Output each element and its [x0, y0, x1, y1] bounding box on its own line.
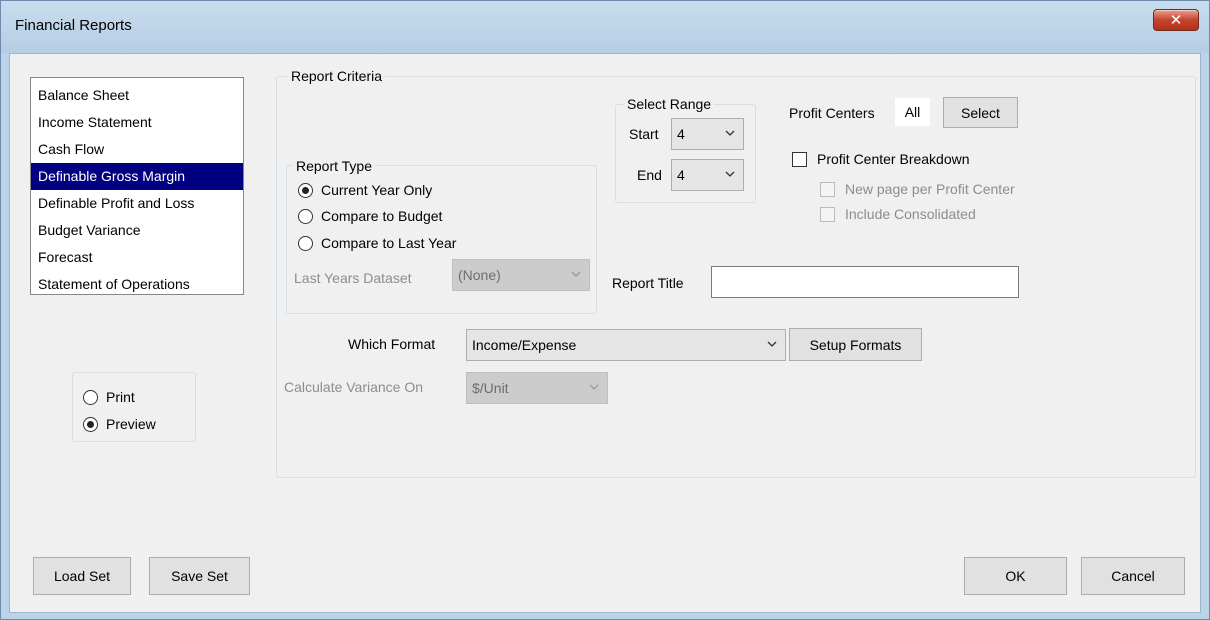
compare-to-budget-radio-circle [298, 208, 313, 224]
list-item-budget-variance[interactable]: Budget Variance [31, 217, 243, 244]
profit-centers-value-box: All [895, 98, 930, 126]
new-page-per-profit-center-checkbox: New page per Profit Center [820, 181, 1015, 197]
include-consolidated-box [820, 206, 835, 222]
profit-centers-value: All [904, 104, 921, 120]
print-radio[interactable]: Print [83, 389, 135, 405]
current-year-only-radio-circle [298, 182, 313, 198]
print-label: Print [106, 389, 135, 405]
select-button-label: Select [961, 104, 1000, 121]
last-years-dataset-select: (None) [452, 259, 590, 291]
calculate-variance-value: $/Unit [472, 380, 509, 396]
calculate-variance-select: $/Unit [466, 372, 608, 404]
list-item-cash-flow[interactable]: Cash Flow [31, 136, 243, 163]
cancel-button[interactable]: Cancel [1081, 557, 1185, 595]
report-title-input[interactable] [711, 266, 1019, 298]
report-list[interactable]: Balance Sheet Income Statement Cash Flow… [30, 77, 244, 295]
last-years-dataset-label: Last Years Dataset [294, 270, 412, 286]
end-label: End [637, 167, 662, 183]
chevron-down-icon [725, 130, 735, 136]
start-select[interactable]: 4 [671, 118, 744, 150]
end-value: 4 [677, 167, 685, 183]
load-set-button[interactable]: Load Set [33, 557, 131, 595]
list-item-balance-sheet[interactable]: Balance Sheet [31, 82, 243, 109]
compare-to-last-year-radio-circle [298, 235, 313, 251]
save-set-button[interactable]: Save Set [149, 557, 250, 595]
start-value: 4 [677, 126, 685, 142]
last-years-dataset-value: (None) [458, 267, 501, 283]
financial-reports-window: Financial Reports ✕ Balance Sheet Income… [0, 0, 1210, 620]
title-bar: Financial Reports ✕ [1, 1, 1209, 53]
list-item-definable-gross-margin[interactable]: Definable Gross Margin [31, 163, 243, 190]
which-format-select[interactable]: Income/Expense [466, 329, 786, 361]
chevron-down-icon [571, 271, 581, 277]
include-consolidated-label: Include Consolidated [845, 206, 976, 222]
close-icon: ✕ [1169, 12, 1183, 29]
list-item-income-statement[interactable]: Income Statement [31, 109, 243, 136]
new-page-per-profit-center-label: New page per Profit Center [845, 181, 1015, 197]
preview-radio-circle [83, 416, 98, 432]
select-range-label: Select Range [624, 96, 715, 112]
chevron-down-icon [589, 384, 599, 390]
setup-formats-label: Setup Formats [809, 336, 902, 353]
include-consolidated-checkbox: Include Consolidated [820, 206, 976, 222]
dialog-body: Balance Sheet Income Statement Cash Flow… [9, 53, 1201, 613]
end-select[interactable]: 4 [671, 159, 744, 191]
which-format-label: Which Format [348, 336, 436, 352]
list-item-statement-of-operations[interactable]: Statement of Operations [31, 271, 243, 298]
chevron-down-icon [725, 171, 735, 177]
profit-centers-label: Profit Centers [789, 105, 875, 121]
report-title-label: Report Title [612, 275, 684, 291]
current-year-only-radio[interactable]: Current Year Only [298, 182, 432, 198]
start-label: Start [629, 126, 659, 142]
chevron-down-icon [767, 341, 777, 347]
profit-center-breakdown-box [792, 151, 807, 167]
which-format-value: Income/Expense [472, 337, 577, 353]
calculate-variance-label: Calculate Variance On [284, 379, 424, 395]
window-title: Financial Reports [15, 17, 132, 34]
setup-formats-button[interactable]: Setup Formats [789, 328, 922, 361]
current-year-only-label: Current Year Only [321, 182, 433, 198]
profit-center-breakdown-checkbox[interactable]: Profit Center Breakdown [792, 151, 970, 167]
close-button[interactable]: ✕ [1153, 9, 1199, 31]
list-item-definable-profit-and-loss[interactable]: Definable Profit and Loss [31, 190, 243, 217]
list-item-forecast[interactable]: Forecast [31, 244, 243, 271]
preview-radio[interactable]: Preview [83, 416, 156, 432]
select-profit-centers-button[interactable]: Select [943, 97, 1018, 128]
compare-to-budget-label: Compare to Budget [321, 208, 443, 224]
new-page-per-profit-center-box [820, 181, 835, 197]
print-radio-circle [83, 389, 98, 405]
save-set-label: Save Set [171, 568, 228, 584]
profit-center-breakdown-label: Profit Center Breakdown [817, 151, 970, 167]
ok-button[interactable]: OK [964, 557, 1067, 595]
compare-to-budget-radio[interactable]: Compare to Budget [298, 208, 442, 224]
report-type-label: Report Type [293, 158, 376, 174]
report-criteria-label: Report Criteria [288, 68, 386, 84]
preview-label: Preview [106, 416, 156, 432]
compare-to-last-year-label: Compare to Last Year [321, 235, 457, 251]
compare-to-last-year-radio[interactable]: Compare to Last Year [298, 235, 456, 251]
ok-label: OK [1005, 568, 1026, 584]
cancel-label: Cancel [1111, 568, 1155, 584]
load-set-label: Load Set [53, 568, 111, 584]
